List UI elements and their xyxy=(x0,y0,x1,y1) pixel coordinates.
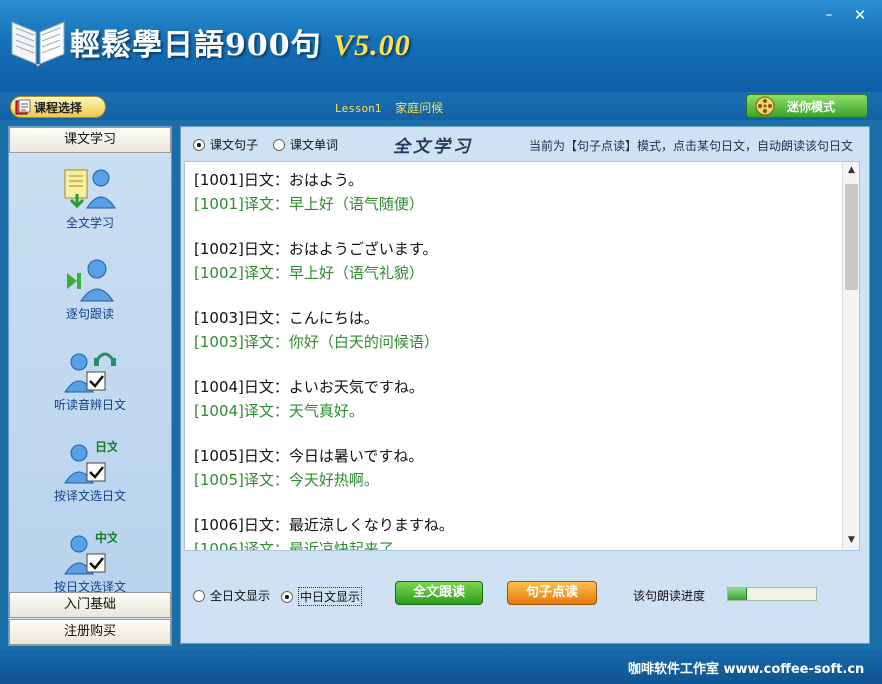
sidebar-header-basics[interactable]: 入门基础 xyxy=(9,592,171,618)
toolbar: 课程选择 Lesson1 家庭问候 迷你模式 xyxy=(0,92,882,120)
course-select-button[interactable]: 课程选择 xyxy=(10,96,106,118)
section-title: 全文学习 xyxy=(393,137,473,157)
sentence-text-area[interactable]: [1001]日文：おはよう。 [1001]译文：早上好（语气随便） [1002]… xyxy=(184,161,860,551)
sidebar-item-japanese-select-translation[interactable]: 中文 按日文选译文 xyxy=(9,518,171,592)
status-footer: 咖啡软件工作室 www.coffee-soft.cn xyxy=(0,650,882,684)
sidebar-list: 全文学习 逐句跟读 听读音辨日文 日文 按译文选日文 中文 按日文选译文 xyxy=(9,154,171,592)
sidebar-item-label: 听读音辨日文 xyxy=(53,398,126,412)
title-bar: 輕鬆學日語900句 V5.00 – ✕ xyxy=(0,0,882,92)
radio-dot xyxy=(273,138,285,151)
translation-sentence: [1002]译文：早上好（语气礼貌） xyxy=(194,264,424,282)
progress-label: 该句朗读进度 xyxy=(633,589,706,603)
mini-mode-button[interactable]: 迷你模式 xyxy=(746,94,868,118)
japanese-select-translation-icon: 中文 xyxy=(64,530,117,575)
close-button[interactable]: ✕ xyxy=(851,6,869,24)
radio-dot-checked xyxy=(281,590,293,603)
full-text-follow-button[interactable]: 全文跟读 xyxy=(395,581,483,605)
translation-sentence: [1005]译文：今天好热啊。 xyxy=(194,471,379,489)
full-text-study-icon xyxy=(64,169,116,209)
radio-all-japanese[interactable]: 全日文显示 xyxy=(193,587,270,604)
sidebar-item-label: 按日文选译文 xyxy=(53,580,126,592)
radio-chinese-japanese[interactable]: 中日文显示 xyxy=(281,587,363,606)
scroll-thumb[interactable] xyxy=(845,184,858,290)
lesson-id: Lesson1 xyxy=(335,102,382,115)
course-icon xyxy=(15,99,31,115)
scroll-up-icon[interactable]: ▲ xyxy=(843,162,859,179)
reading-progress-fill xyxy=(728,588,748,600)
sidebar-item-full-text-study[interactable]: 全文学习 xyxy=(9,154,171,244)
translation-sentence: [1004]译文：天气真好。 xyxy=(194,402,364,420)
chinese-overlay-text: 中文 xyxy=(95,530,117,545)
studio-credit: 咖啡软件工作室 www.coffee-soft.cn xyxy=(628,662,865,677)
sidebar: 课文学习 全文学习 逐句跟读 听读音辨日文 日文 按译文选日文 中文 按日文选译… xyxy=(8,126,172,646)
radio-label: 课文句子 xyxy=(210,138,259,152)
japanese-sentence[interactable]: [1003]日文：こんにちは。 xyxy=(194,306,834,330)
translation-sentence: [1006]译文：最近凉快起来了。 xyxy=(194,540,409,551)
translation-sentence: [1003]译文：你好（白天的问候语） xyxy=(194,333,439,351)
sentence-list: [1001]日文：おはよう。 [1001]译文：早上好（语气随便） [1002]… xyxy=(194,168,834,551)
japanese-sentence[interactable]: [1004]日文：よいお天気ですね。 xyxy=(194,375,834,399)
sentence-pair: [1006]日文：最近涼しくなりますね。 [1006]译文：最近凉快起来了。 xyxy=(194,513,834,551)
sentence-pair: [1004]日文：よいお天気ですね。 [1004]译文：天气真好。 xyxy=(194,375,834,444)
open-book-icon xyxy=(11,21,65,67)
course-select-label: 课程选择 xyxy=(34,100,83,115)
sidebar-item-translation-select-japanese[interactable]: 日文 按译文选日文 xyxy=(9,427,171,517)
listen-identify-icon xyxy=(64,352,116,393)
japanese-sentence[interactable]: [1006]日文：最近涼しくなりますね。 xyxy=(194,513,834,537)
sentence-follow-icon xyxy=(67,259,114,302)
sidebar-header-text-study[interactable]: 课文学习 xyxy=(9,127,171,153)
japanese-sentence[interactable]: [1002]日文：おはようございます。 xyxy=(194,237,834,261)
radio-dot-checked xyxy=(193,138,205,151)
translation-sentence: [1001]译文：早上好（语气随便） xyxy=(194,195,424,213)
scroll-down-icon[interactable]: ▼ xyxy=(843,532,859,549)
app-title: 輕鬆學日語900句 V5.00 xyxy=(70,20,411,64)
sidebar-header-register[interactable]: 注册购买 xyxy=(9,619,171,645)
main-panel: 课文句子 课文单词 全文学习 当前为【句子点读】模式，点击某句日文，自动朗读该句… xyxy=(180,126,870,644)
japanese-sentence[interactable]: [1001]日文：おはよう。 xyxy=(194,168,834,192)
minimize-button[interactable]: – xyxy=(820,6,838,24)
sidebar-item-label: 按译文选日文 xyxy=(53,489,126,503)
current-lesson: Lesson1 家庭问候 xyxy=(335,99,443,116)
sentence-pair: [1002]日文：おはようございます。 [1002]译文：早上好（语气礼貌） xyxy=(194,237,834,306)
sentence-pair: [1001]日文：おはよう。 [1001]译文：早上好（语气随便） xyxy=(194,168,834,237)
radio-text-words[interactable]: 课文单词 xyxy=(273,136,338,153)
reading-progress-bar xyxy=(727,587,817,601)
app-title-text: 輕鬆學日語900句 xyxy=(70,28,322,63)
sentence-pair: [1005]日文：今日は暑いですね。 [1005]译文：今天好热啊。 xyxy=(194,444,834,513)
sidebar-item-sentence-follow[interactable]: 逐句跟读 xyxy=(9,245,171,335)
japanese-overlay-text: 日文 xyxy=(95,439,117,454)
lesson-name: 家庭问候 xyxy=(395,101,444,115)
sentence-pair: [1003]日文：こんにちは。 [1003]译文：你好（白天的问候语） xyxy=(194,306,834,375)
translation-select-japanese-icon: 日文 xyxy=(64,439,117,484)
film-reel-icon xyxy=(755,96,775,116)
sidebar-item-listen-identify[interactable]: 听读音辨日文 xyxy=(9,336,171,426)
radio-label: 全日文显示 xyxy=(210,589,271,603)
sidebar-item-label: 逐句跟读 xyxy=(65,307,114,321)
radio-label: 中日文显示 xyxy=(298,587,363,606)
sidebar-item-label: 全文学习 xyxy=(65,216,114,230)
app-version: V5.00 xyxy=(333,29,411,62)
vertical-scrollbar[interactable]: ▲ ▼ xyxy=(842,162,859,550)
mode-hint: 当前为【句子点读】模式，点击某句日文，自动朗读该句日文 xyxy=(529,139,854,153)
radio-dot xyxy=(193,589,205,602)
mini-mode-label: 迷你模式 xyxy=(787,99,836,114)
sentence-read-button[interactable]: 句子点读 xyxy=(507,581,597,605)
mode-row: 课文句子 课文单词 全文学习 当前为【句子点读】模式，点击某句日文，自动朗读该句… xyxy=(181,127,869,159)
control-row: 全日文显示 中日文显示 全文跟读 句子点读 该句朗读进度 xyxy=(181,573,869,613)
radio-label: 课文单词 xyxy=(290,138,339,152)
radio-text-sentences[interactable]: 课文句子 xyxy=(193,136,258,153)
japanese-sentence[interactable]: [1005]日文：今日は暑いですね。 xyxy=(194,444,834,468)
